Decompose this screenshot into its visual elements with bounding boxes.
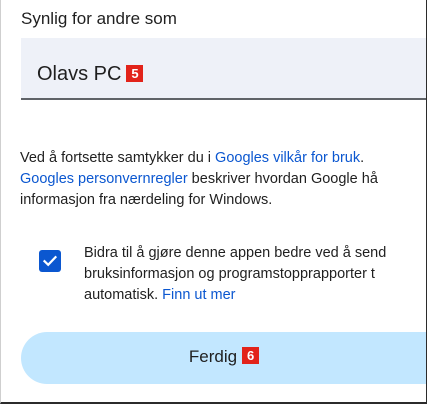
device-name-label: Synlig for andre som <box>21 9 177 28</box>
consent-text: Ved å fortsette samtykker du i Googles v… <box>20 148 426 211</box>
terms-of-service-link[interactable]: Googles vilkår for bruk <box>215 150 360 166</box>
usage-stats-text-segment: automatisk. <box>84 287 163 303</box>
consent-line-2: Googles personvernregler beskriver hvord… <box>20 169 426 190</box>
dialog-panel: Synlig for andre som Olavs PC 5 Ved å for… <box>0 0 427 404</box>
usage-stats-line-1: Bidra til å gjøre denne appen bedre ved … <box>84 245 387 261</box>
usage-stats-label: Bidra til å gjøre denne appen bedre ved … <box>84 243 426 306</box>
consent-line-3: informasjon fra nærdeling for Windows. <box>20 192 273 208</box>
callout-badge-6: 6 <box>242 347 260 364</box>
consent-text-segment: beskriver hvordan Google hå <box>187 171 378 187</box>
checkmark-icon <box>42 255 58 267</box>
consent-text-segment: Ved å fortsette samtykker du i <box>20 150 216 166</box>
usage-stats-checkbox[interactable] <box>39 250 61 272</box>
device-name-field[interactable]: Olavs PC 5 <box>21 38 426 100</box>
done-button[interactable]: Ferdig 6 <box>21 332 426 384</box>
device-name-value: Olavs PC 5 <box>37 63 144 86</box>
usage-stats-line-2: bruksinformasjon og programstopprapporte… <box>84 266 375 282</box>
device-name-text: Olavs PC <box>37 63 122 85</box>
privacy-policy-link[interactable]: Googles personvernregler <box>20 171 188 187</box>
done-button-content: Ferdig 6 <box>188 347 260 366</box>
callout-badge-5: 5 <box>126 65 144 82</box>
usage-stats-line-3: automatisk. Finn ut mer <box>84 285 426 306</box>
done-button-label: Ferdig <box>188 347 238 366</box>
consent-line-1: Ved å fortsette samtykker du i Googles v… <box>20 148 426 169</box>
learn-more-link[interactable]: Finn ut mer <box>162 287 235 303</box>
consent-text-segment: . <box>360 150 365 166</box>
